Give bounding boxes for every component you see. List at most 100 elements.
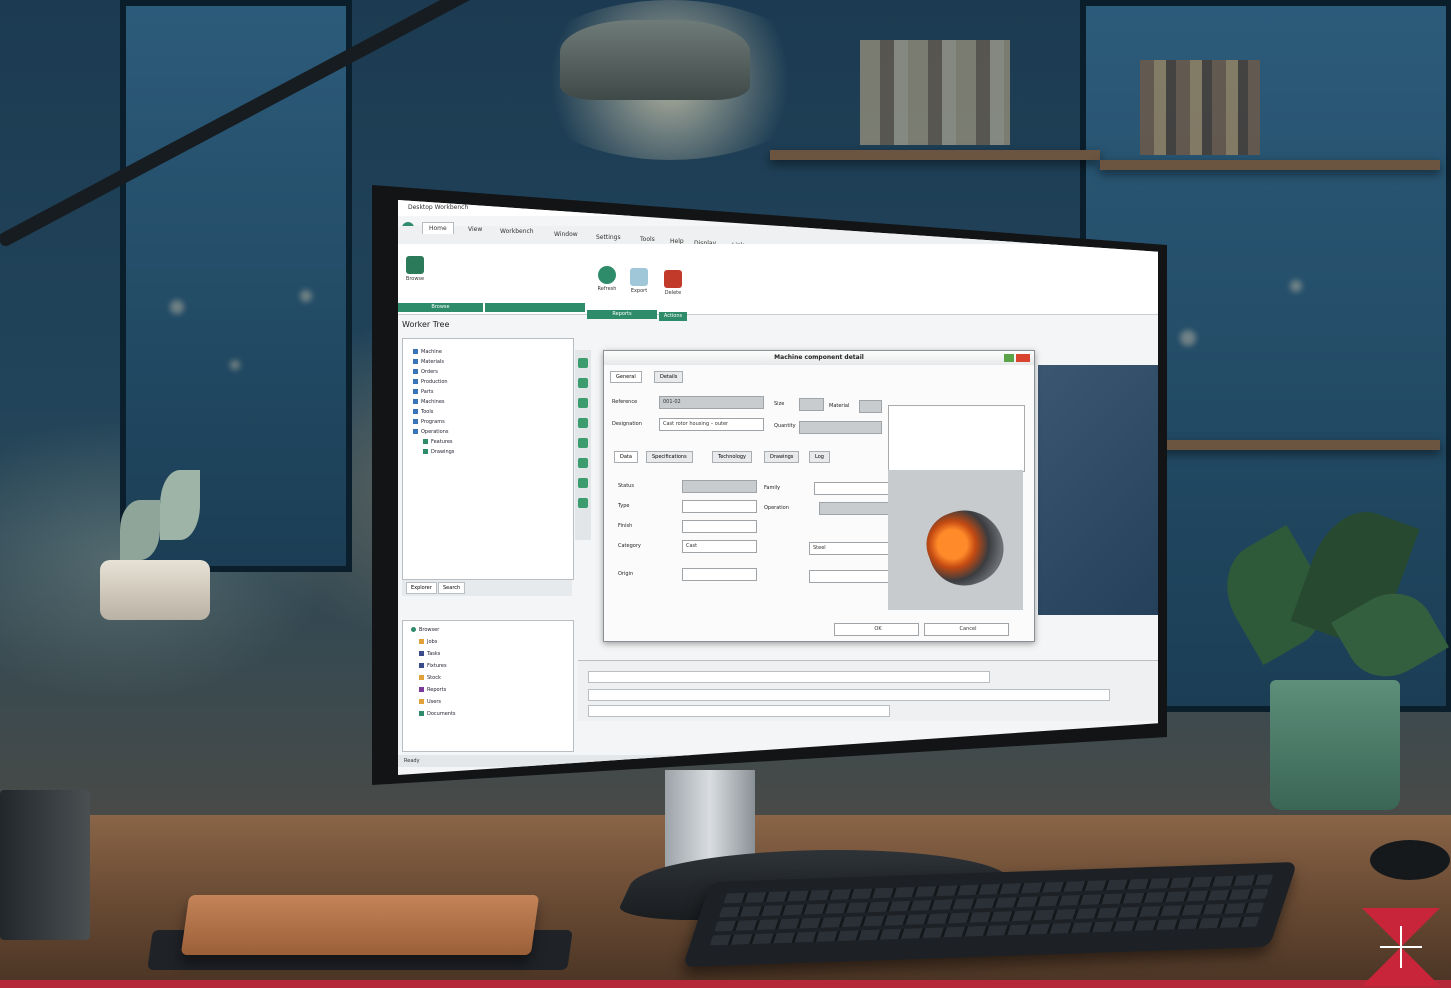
tree-item[interactable]: Production	[413, 379, 448, 385]
tool-icon[interactable]	[578, 398, 588, 408]
tree-item[interactable]: Machine	[413, 349, 442, 355]
tree-item[interactable]: Browser	[411, 627, 439, 633]
tree-item[interactable]: Tasks	[419, 651, 440, 657]
file-icon	[423, 439, 428, 444]
browse-button[interactable]: Browse	[402, 256, 428, 282]
designation-field[interactable]: Cast rotor housing – outer	[659, 418, 764, 431]
background-shelf	[1100, 160, 1440, 170]
subtab-data[interactable]: Data	[614, 451, 638, 463]
tree-item[interactable]: Materials	[413, 359, 444, 365]
export-button[interactable]: Export	[626, 268, 652, 294]
tool-icon[interactable]	[578, 478, 588, 488]
tree-item[interactable]: Features	[423, 439, 453, 445]
cancel-button[interactable]: Cancel	[924, 623, 1009, 636]
origin-label: Origin	[618, 571, 634, 577]
folder-icon	[419, 711, 424, 716]
tree-item[interactable]: Jobs	[419, 639, 437, 645]
tool-icon[interactable]	[578, 458, 588, 468]
tree-item[interactable]: Fixtures	[419, 663, 447, 669]
category-label: Category	[618, 543, 641, 549]
ribbon-group-actions: Actions	[659, 312, 687, 321]
tree-item[interactable]: Operations	[413, 429, 449, 435]
bokeh-light	[170, 300, 184, 314]
subtab-technology[interactable]: Technology	[712, 451, 753, 463]
ok-button[interactable]: OK	[834, 623, 919, 636]
tree-item[interactable]: Drawings	[423, 449, 454, 455]
tool-icon[interactable]	[578, 438, 588, 448]
bokeh-light	[1290, 280, 1302, 292]
folder-icon	[419, 663, 424, 668]
pen-holder	[0, 790, 90, 940]
folder-icon	[413, 419, 418, 424]
ribbon-tab-home[interactable]: Home	[422, 222, 454, 234]
quantity-field[interactable]	[799, 421, 882, 434]
reference-label: Reference	[612, 399, 638, 405]
tree-item[interactable]: Parts	[413, 389, 433, 395]
tool-icon[interactable]	[578, 378, 588, 388]
minimize-icon[interactable]	[1004, 354, 1014, 362]
tree-item[interactable]: Orders	[413, 369, 438, 375]
folder-icon	[419, 687, 424, 692]
family-label: Family	[764, 485, 781, 491]
panel-tab-strip: Explorer Search	[402, 580, 572, 596]
category-select[interactable]: Cast	[682, 540, 757, 553]
tool-icon[interactable]	[578, 358, 588, 368]
finish-field[interactable]	[682, 520, 757, 533]
extra-field[interactable]	[809, 570, 889, 583]
tool-icon[interactable]	[578, 418, 588, 428]
folder-icon	[413, 349, 418, 354]
tool-icon[interactable]	[578, 498, 588, 508]
ribbon-tab-view[interactable]: View	[462, 224, 488, 235]
close-icon[interactable]	[1016, 354, 1030, 362]
ribbon-group-reports: Reports	[587, 310, 657, 319]
operation-label: Operation	[764, 505, 789, 511]
tree-item[interactable]: Users	[419, 699, 441, 705]
bokeh-light	[300, 290, 312, 302]
size-field[interactable]	[799, 398, 824, 411]
document-icon	[630, 268, 648, 286]
dialog-tab-details[interactable]: Details	[654, 371, 684, 383]
tab-search[interactable]: Search	[438, 582, 466, 594]
brand-stripe	[0, 980, 1451, 988]
viewport-panel	[1038, 365, 1158, 615]
monitor-screen: Desktop Workbench Home View Workbench Wi…	[398, 200, 1158, 775]
material-select[interactable]: Steel	[809, 542, 889, 555]
tree-item[interactable]: Tools	[413, 409, 433, 415]
tree-item[interactable]: Machines	[413, 399, 445, 405]
cross-icon	[1362, 908, 1440, 986]
background-books	[860, 40, 1010, 145]
material-field[interactable]	[859, 400, 882, 413]
background-plant-pot	[100, 560, 210, 620]
ribbon-tab-workbench[interactable]: Workbench	[494, 226, 540, 237]
delete-button[interactable]: Delete	[660, 270, 686, 296]
ribbon-tab-window[interactable]: Window	[548, 229, 584, 240]
origin-select[interactable]	[682, 568, 757, 581]
family-field[interactable]	[814, 482, 889, 495]
refresh-icon	[598, 266, 616, 284]
refresh-button[interactable]: Refresh	[594, 266, 620, 292]
reference-field[interactable]: 001-02	[659, 396, 764, 409]
dialog-tab-general[interactable]: General	[610, 371, 642, 383]
operation-field[interactable]	[819, 502, 889, 515]
tree-item[interactable]: Reports	[419, 687, 446, 693]
desk-plant-pot	[1270, 680, 1400, 810]
exit-icon	[664, 270, 682, 288]
folder-icon	[413, 379, 418, 384]
secondary-tree-panel: Browser Jobs Tasks Fixtures Stock Report…	[402, 620, 574, 752]
finish-label: Finish	[618, 523, 633, 529]
tree-item[interactable]: Documents	[419, 711, 456, 717]
subtab-specifications[interactable]: Specifications	[646, 451, 693, 463]
globe-icon	[411, 627, 416, 632]
ribbon-tab-settings[interactable]: Settings	[590, 232, 627, 243]
folder-icon	[419, 639, 424, 644]
tab-explorer[interactable]: Explorer	[406, 582, 437, 594]
status-field[interactable]	[682, 480, 757, 493]
tree-item[interactable]: Stock	[419, 675, 441, 681]
subtab-log[interactable]: Log	[809, 451, 830, 463]
tree-item[interactable]: Programs	[413, 419, 445, 425]
status-label: Status	[618, 483, 634, 489]
type-field[interactable]	[682, 500, 757, 513]
subtab-drawings[interactable]: Drawings	[764, 451, 800, 463]
preview-header	[888, 405, 1025, 472]
background-shelf	[770, 150, 1100, 160]
